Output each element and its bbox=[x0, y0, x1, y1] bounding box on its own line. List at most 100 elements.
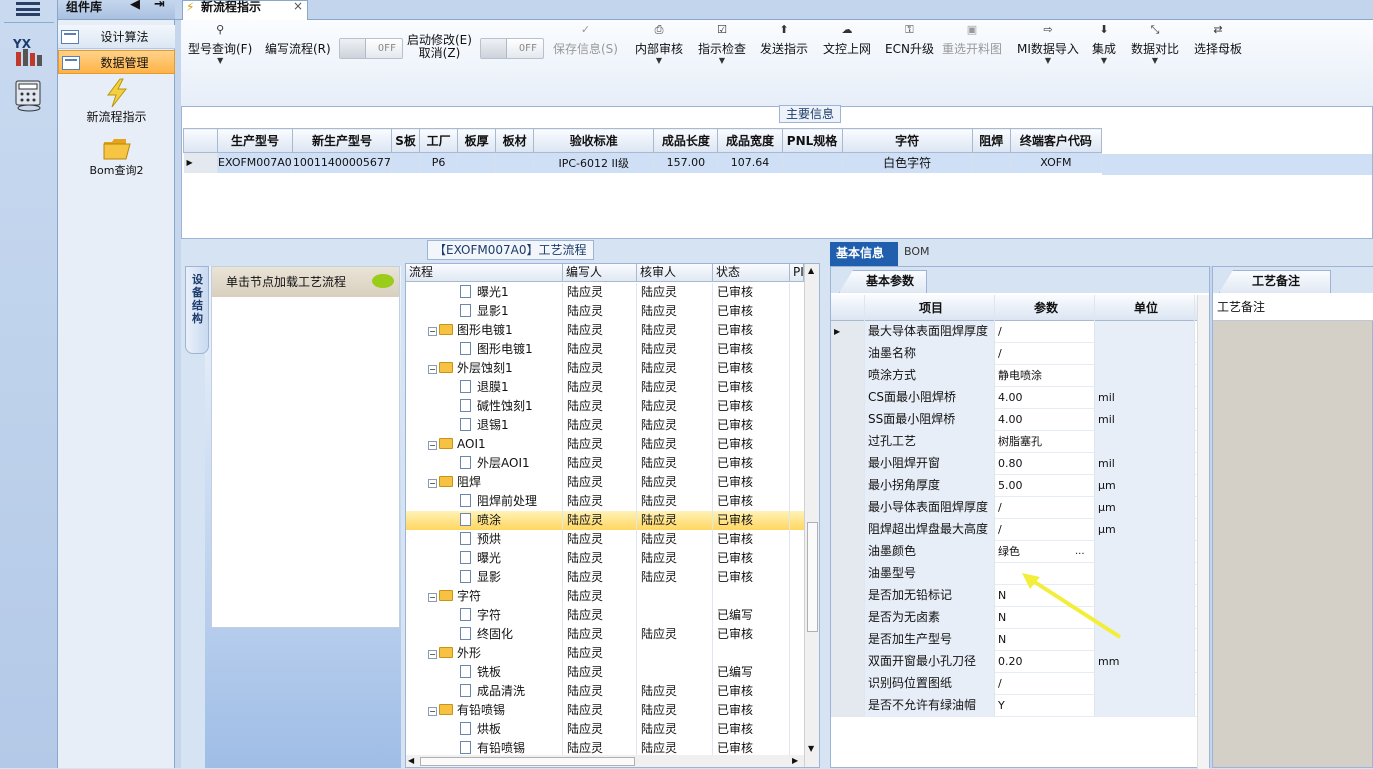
ecn-upgrade-button[interactable]: ⚿ ECN升级 bbox=[885, 24, 934, 57]
tree-cell-process[interactable]: − 阻焊 bbox=[406, 473, 563, 492]
tree-cell-reviewer[interactable]: 陆应灵 bbox=[637, 321, 713, 340]
param-cell-item[interactable]: 是否加无铅标记 bbox=[865, 585, 995, 607]
row-indicator[interactable] bbox=[831, 541, 865, 563]
tree-cell-reviewer[interactable]: 陆应灵 bbox=[637, 359, 713, 378]
tree-row[interactable]: 字符 陆应灵 已编写 bbox=[406, 606, 804, 625]
row-indicator[interactable] bbox=[831, 475, 865, 497]
col-header[interactable]: 字符 bbox=[841, 128, 973, 153]
param-cell-unit[interactable]: μm bbox=[1095, 475, 1195, 497]
param-cell-item[interactable]: 喷涂方式 bbox=[865, 365, 995, 387]
collapse-icon[interactable]: − bbox=[428, 479, 437, 488]
tree-cell-process[interactable]: 显影1 bbox=[406, 302, 563, 321]
param-cell-unit[interactable] bbox=[1095, 431, 1195, 453]
tree-cell-status[interactable]: 已审核 bbox=[713, 454, 790, 473]
param-cell-item[interactable]: CS面最小阻焊桥 bbox=[865, 387, 995, 409]
tree-cell-writer[interactable]: 陆应灵 bbox=[563, 359, 637, 378]
param-row[interactable]: 油墨型号 bbox=[831, 563, 1197, 585]
tree-cell-writer[interactable]: 陆应灵 bbox=[563, 511, 637, 530]
param-cell-unit[interactable]: mil bbox=[1095, 387, 1195, 409]
param-cell-param[interactable]: 4.00 bbox=[995, 409, 1095, 431]
param-cell-item[interactable]: 识别码位置图纸 bbox=[865, 673, 995, 695]
tree-cell-status[interactable]: 已审核 bbox=[713, 568, 790, 587]
tree-cell-process[interactable]: 退膜1 bbox=[406, 378, 563, 397]
tree-cell-process[interactable]: 字符 bbox=[406, 606, 563, 625]
ellipsis-button[interactable]: ... bbox=[1075, 541, 1085, 562]
param-cell-item[interactable]: 最小拐角厚度 bbox=[865, 475, 995, 497]
tab-basic-info[interactable]: 基本信息 bbox=[830, 242, 898, 266]
tree-cell-reviewer[interactable]: 陆应灵 bbox=[637, 530, 713, 549]
tree-cell-process[interactable]: 阻焊前处理 bbox=[406, 492, 563, 511]
tree-cell-process[interactable]: 终固化 bbox=[406, 625, 563, 644]
tree-cell-reviewer[interactable]: 陆应灵 bbox=[637, 378, 713, 397]
row-indicator[interactable] bbox=[831, 453, 865, 475]
param-row[interactable]: 阻焊超出焊盘最大高度 / μm bbox=[831, 519, 1197, 541]
component-bom-query[interactable]: Bom查询2 bbox=[58, 134, 175, 178]
param-cell-item[interactable]: 油墨型号 bbox=[865, 563, 995, 585]
tree-cell-writer[interactable]: 陆应灵 bbox=[563, 321, 637, 340]
param-cell-item[interactable]: 最小导体表面阻焊厚度 bbox=[865, 497, 995, 519]
edit-process-toggle[interactable]: OFF bbox=[339, 38, 403, 59]
param-cell-param[interactable]: 树脂塞孔 bbox=[995, 431, 1095, 453]
horizontal-scrollbar[interactable]: ◀ ▶ bbox=[406, 755, 804, 767]
tree-cell-reviewer[interactable]: 陆应灵 bbox=[637, 473, 713, 492]
param-cell-unit[interactable]: mm bbox=[1095, 651, 1195, 673]
col-header[interactable]: 阻焊 bbox=[971, 128, 1011, 153]
col-header[interactable]: 板材 bbox=[495, 128, 535, 153]
tree-cell-writer[interactable]: 陆应灵 bbox=[563, 454, 637, 473]
col-header-process[interactable]: 流程 bbox=[406, 264, 563, 282]
col-header-item[interactable]: 项目 bbox=[865, 295, 995, 321]
tree-cell-writer[interactable]: 陆应灵 bbox=[563, 530, 637, 549]
internal-review-button[interactable]: ⎙ 内部审核 ▼ bbox=[635, 24, 683, 65]
row-indicator[interactable] bbox=[831, 409, 865, 431]
tree-cell-writer[interactable]: 陆应灵 bbox=[563, 435, 637, 454]
row-indicator[interactable] bbox=[831, 585, 865, 607]
tree-cell-reviewer[interactable]: 陆应灵 bbox=[637, 416, 713, 435]
hamburger-menu-icon[interactable] bbox=[16, 2, 40, 16]
col-header[interactable]: PNL规格 bbox=[781, 128, 843, 153]
tree-cell-writer[interactable]: 陆应灵 bbox=[563, 283, 637, 302]
param-cell-item[interactable]: 油墨名称 bbox=[865, 343, 995, 365]
tree-cell-status[interactable]: 已审核 bbox=[713, 340, 790, 359]
tree-cell-writer[interactable]: 陆应灵 bbox=[563, 720, 637, 739]
tree-cell-process[interactable]: 预烘 bbox=[406, 530, 563, 549]
param-row[interactable]: 是否不允许有绿油帽 Y bbox=[831, 695, 1197, 717]
param-cell-unit[interactable] bbox=[1095, 321, 1195, 343]
tree-cell-reviewer[interactable] bbox=[637, 644, 713, 663]
tree-cell-writer[interactable]: 陆应灵 bbox=[563, 682, 637, 701]
tree-cell-status[interactable]: 已审核 bbox=[713, 416, 790, 435]
tree-row[interactable]: 阻焊前处理 陆应灵 陆应灵 已审核 bbox=[406, 492, 804, 511]
collapse-icon[interactable]: − bbox=[428, 707, 437, 716]
component-new-process[interactable]: 新流程指示 bbox=[58, 78, 175, 125]
tree-cell-reviewer[interactable]: 陆应灵 bbox=[637, 283, 713, 302]
tab-basic-params[interactable]: 基本参数 bbox=[839, 270, 927, 293]
collapse-icon[interactable]: − bbox=[428, 650, 437, 659]
tree-cell-status[interactable]: 已审核 bbox=[713, 682, 790, 701]
tree-cell-reviewer[interactable] bbox=[637, 587, 713, 606]
param-cell-param[interactable]: / bbox=[995, 519, 1095, 541]
tree-cell-process[interactable]: 退锡1 bbox=[406, 416, 563, 435]
param-cell-param[interactable]: Y bbox=[995, 695, 1095, 717]
tree-row[interactable]: 终固化 陆应灵 陆应灵 已审核 bbox=[406, 625, 804, 644]
param-cell-item[interactable]: 是否不允许有绿油帽 bbox=[865, 695, 995, 717]
col-header[interactable]: 生产型号 bbox=[217, 128, 293, 153]
scroll-up-icon[interactable]: ▲ bbox=[808, 266, 814, 275]
param-cell-item[interactable]: 双面开窗最小孔刀径 bbox=[865, 651, 995, 673]
tree-cell-process[interactable]: − AOI1 bbox=[406, 435, 563, 454]
cell[interactable]: 10011400005677 bbox=[292, 152, 393, 173]
tree-cell-process[interactable]: 曝光1 bbox=[406, 283, 563, 302]
collapse-icon[interactable]: − bbox=[428, 327, 437, 336]
tree-cell-writer[interactable]: 陆应灵 bbox=[563, 625, 637, 644]
cell[interactable]: 107.64 bbox=[717, 152, 783, 173]
param-cell-param[interactable]: / bbox=[995, 343, 1095, 365]
cell[interactable] bbox=[972, 152, 1011, 173]
scroll-thumb[interactable] bbox=[807, 522, 818, 632]
tree-cell-status[interactable]: 已审核 bbox=[713, 511, 790, 530]
param-row[interactable]: 最小拐角厚度 5.00 μm bbox=[831, 475, 1197, 497]
row-indicator[interactable] bbox=[831, 519, 865, 541]
tree-cell-reviewer[interactable]: 陆应灵 bbox=[637, 511, 713, 530]
tree-row[interactable]: 退膜1 陆应灵 陆应灵 已审核 bbox=[406, 378, 804, 397]
tree-row[interactable]: − 阻焊 陆应灵 陆应灵 已审核 bbox=[406, 473, 804, 492]
param-cell-param[interactable]: 0.80 bbox=[995, 453, 1095, 475]
col-header-pi[interactable]: PI bbox=[790, 264, 804, 282]
param-row[interactable]: 油墨颜色 绿色... bbox=[831, 541, 1197, 563]
